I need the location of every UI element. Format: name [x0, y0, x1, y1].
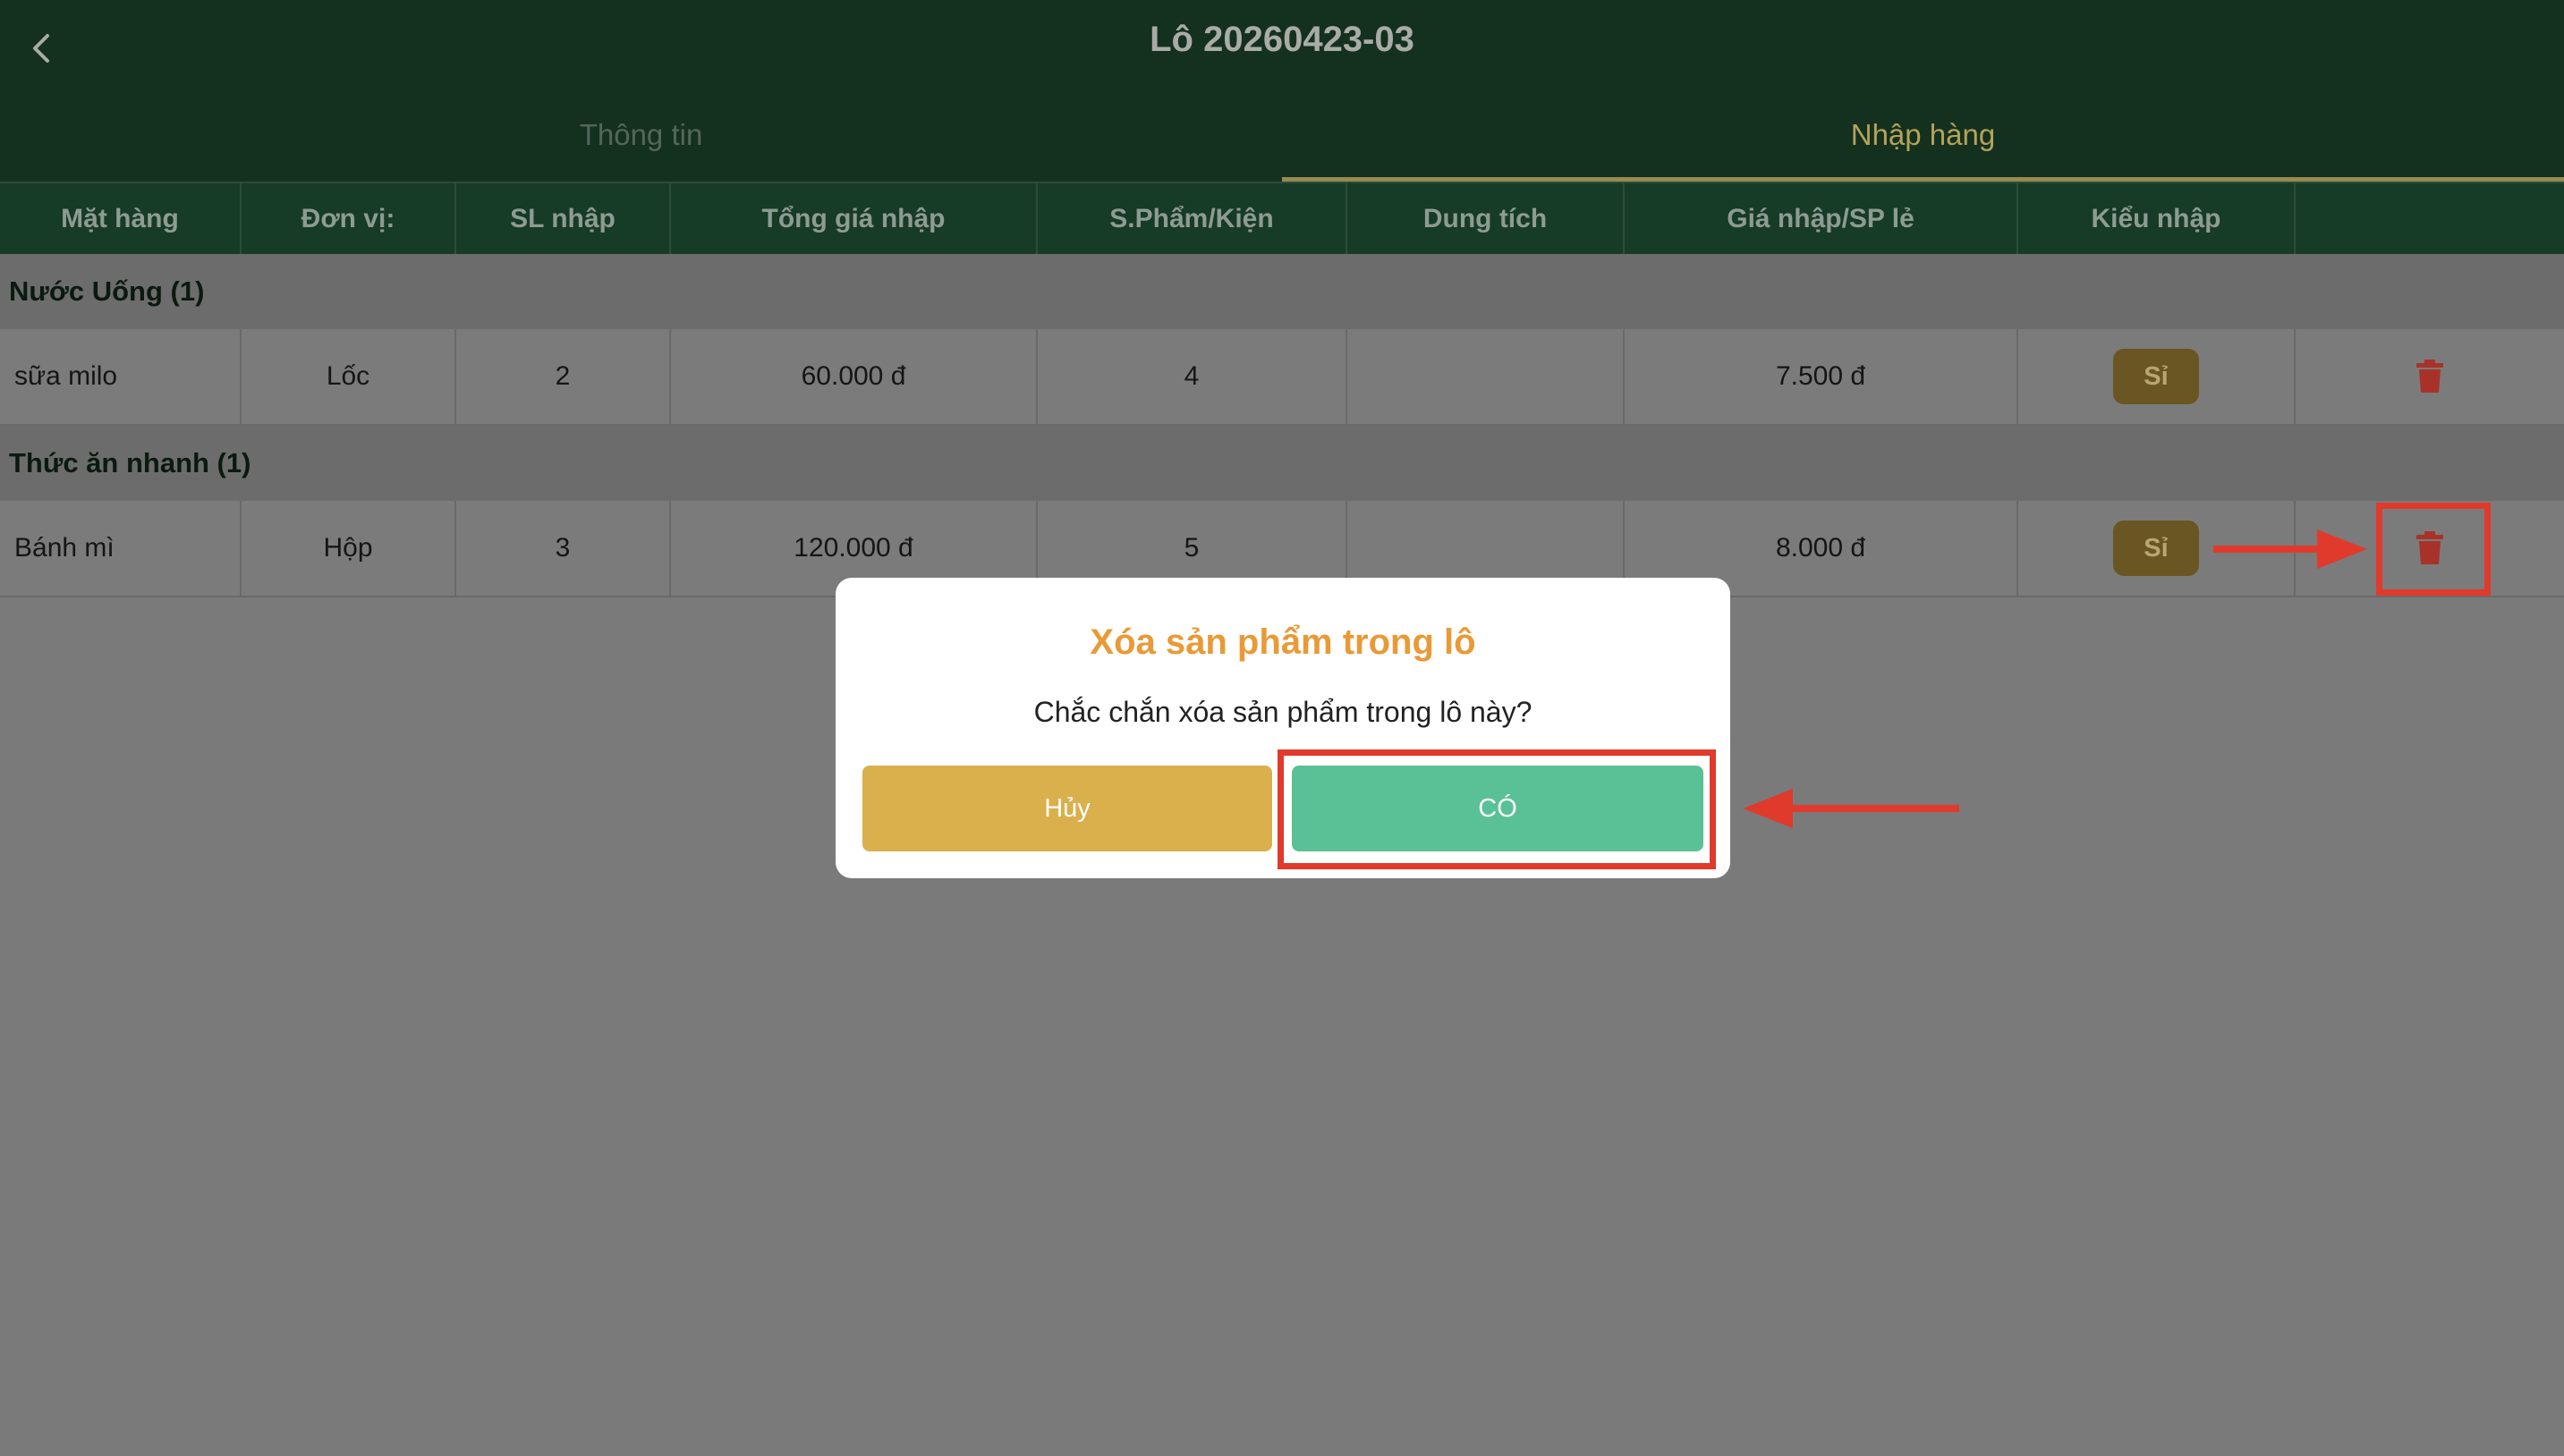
cancel-button[interactable]: Hủy: [862, 766, 1272, 851]
tab-bar: Thông tin Nhập hàng: [0, 106, 2564, 182]
highlight-box: [1278, 749, 1716, 869]
group-header: Thức ăn nhanh (1): [0, 426, 2564, 501]
cell-volume: [1347, 329, 1625, 424]
dialog-title: Xóa sản phẩm trong lô: [1090, 622, 1476, 662]
arrow-left-icon: [1743, 789, 1959, 828]
cell-per-pack: 4: [1038, 329, 1347, 424]
import-type-badge[interactable]: Sỉ: [2113, 349, 2199, 404]
cell-qty: 3: [456, 501, 671, 596]
import-type-badge[interactable]: Sỉ: [2113, 521, 2199, 576]
cell-item: sữa milo: [0, 329, 242, 424]
cell-qty: 2: [456, 329, 671, 424]
col-header-qty: SL nhập: [456, 183, 671, 254]
col-header-total: Tổng giá nhập: [671, 183, 1038, 254]
page-title: Lô 20260423-03: [1150, 20, 1414, 59]
cell-unit: Hộp: [242, 501, 456, 596]
trash-icon: [2416, 360, 2443, 393]
tab-info[interactable]: Thông tin: [0, 106, 1282, 182]
table-row[interactable]: sữa milo Lốc 2 60.000 đ 4 7.500 đ Sỉ: [0, 329, 2564, 426]
col-header-actions: [2296, 183, 2564, 254]
tab-import[interactable]: Nhập hàng: [1282, 106, 2564, 182]
col-header-unit-price: Giá nhập/SP lẻ: [1625, 183, 2018, 254]
cell-type: Sỉ: [2018, 329, 2296, 424]
delete-button[interactable]: [2415, 359, 2445, 394]
dialog-message: Chắc chắn xóa sản phẩm trong lô này?: [1033, 696, 1532, 728]
col-header-volume: Dung tích: [1347, 183, 1625, 254]
group-header: Nước Uống (1): [0, 254, 2564, 329]
col-header-unit: Đơn vị:: [242, 183, 456, 254]
cell-total: 60.000 đ: [671, 329, 1038, 424]
col-header-item: Mặt hàng: [0, 183, 242, 254]
highlight-box: [2376, 503, 2491, 596]
cell-unit-price: 7.500 đ: [1625, 329, 2018, 424]
cell-unit: Lốc: [242, 329, 456, 424]
arrow-right-icon: [2213, 529, 2367, 569]
cell-actions: [2296, 329, 2564, 424]
cell-item: Bánh mì: [0, 501, 242, 596]
col-header-per-pack: S.Phẩm/Kiện: [1038, 183, 1347, 254]
table-header: Mặt hàng Đơn vị: SL nhập Tổng giá nhập S…: [0, 182, 2564, 254]
col-header-type: Kiểu nhập: [2018, 183, 2296, 254]
app-header: Lô 20260423-03 Thông tin Nhập hàng: [0, 0, 2564, 182]
